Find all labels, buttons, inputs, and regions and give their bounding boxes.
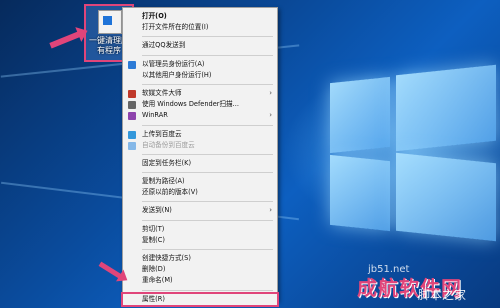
menu-separator (142, 36, 273, 38)
menu-item-label: 打开(O) (142, 12, 167, 20)
defender-icon (128, 101, 136, 110)
menu-separator (142, 83, 273, 85)
menu-item[interactable]: 发送到(N) › (123, 205, 277, 216)
menu-item[interactable]: 打开文件所在的位置(I) (123, 22, 277, 33)
cloud-icon (128, 141, 136, 150)
menu-item-label: 发送到(N) (142, 206, 172, 215)
menu-item[interactable]: 复制为路径(A) (123, 176, 277, 187)
menu-item-label: WinRAR (142, 111, 168, 120)
menu-separator (142, 219, 273, 221)
menu-item[interactable]: 通过QQ发送到 (123, 40, 277, 51)
menu-separator (142, 54, 273, 56)
chevron-right-icon: › (269, 206, 272, 215)
menu-item-label: 创建快捷方式(S) (142, 254, 191, 262)
menu-item-label: 以管理员身份运行(A) (142, 59, 205, 68)
menu-separator (142, 249, 273, 250)
menu-item[interactable]: 打开(O) (123, 11, 277, 22)
windows-logo-wallpaper (300, 64, 500, 242)
menu-item-label: 使用 Windows Defender扫描... (142, 100, 239, 109)
menu-item[interactable]: 删除(D) (123, 264, 277, 275)
menu-item-label: 复制为路径(A) (142, 177, 185, 186)
menu-separator (142, 124, 273, 126)
menu-separator (142, 153, 273, 155)
menu-item-label: 重命名(M) (142, 276, 173, 285)
menu-item[interactable]: 属性(R) (121, 291, 279, 307)
menu-item[interactable]: 上传到百度云 (123, 129, 277, 140)
menu-item-label: 软媒文件大师 (142, 88, 182, 97)
cloud-icon (128, 130, 136, 139)
app-icon (128, 89, 136, 98)
menu-item: 自动备份到百度云 (123, 140, 277, 151)
program-icon (98, 10, 122, 34)
chevron-right-icon: › (269, 88, 272, 97)
menu-item-label: 删除(D) (142, 265, 166, 274)
menu-separator (142, 289, 273, 291)
menu-item-label: 上传到百度云 (142, 129, 182, 138)
menu-item[interactable]: 固定到任务栏(K) (123, 158, 277, 169)
menu-item[interactable]: WinRAR › (123, 110, 277, 121)
menu-item-label: 自动备份到百度云 (142, 140, 195, 149)
menu-item-label: 复制(C) (142, 235, 165, 244)
menu-item-label: 还原以前的版本(V) (142, 188, 198, 197)
context-menu: 打开(O) 打开文件所在的位置(I) 通过QQ发送到以管理员身份运行(A) 以其他用户… (121, 7, 279, 307)
menu-item[interactable]: 还原以前的版本(V) (123, 187, 277, 198)
menu-item-label: 固定到任务栏(K) (142, 158, 192, 167)
menu-item[interactable]: 剪切(T) (123, 224, 277, 235)
menu-item[interactable]: 使用 Windows Defender扫描... (123, 99, 277, 110)
menu-separator (142, 201, 273, 203)
menu-item-label: 通过QQ发送到 (142, 41, 186, 50)
menu-item[interactable]: 以其他用户身份运行(H) (123, 70, 277, 81)
chevron-right-icon: › (269, 111, 272, 120)
menu-item-label: 属性(R) (142, 294, 165, 303)
menu-item-label: 以其他用户身份运行(H) (142, 70, 212, 79)
menu-item[interactable]: 软媒文件大师 › (123, 88, 277, 99)
menu-item[interactable]: 以管理员身份运行(A) (123, 59, 277, 70)
winrar-icon (128, 112, 136, 121)
menu-item[interactable]: 重命名(M) (123, 275, 277, 286)
menu-item-label: 打开文件所在的位置(I) (142, 23, 209, 32)
watermark-main: 脚本之家 (418, 288, 467, 302)
shield-icon (128, 60, 136, 69)
menu-item[interactable]: 创建快捷方式(S) (123, 253, 277, 264)
menu-separator (142, 172, 273, 174)
menu-item-label: 剪切(T) (142, 224, 165, 233)
menu-item[interactable]: 复制(C) (123, 235, 277, 246)
